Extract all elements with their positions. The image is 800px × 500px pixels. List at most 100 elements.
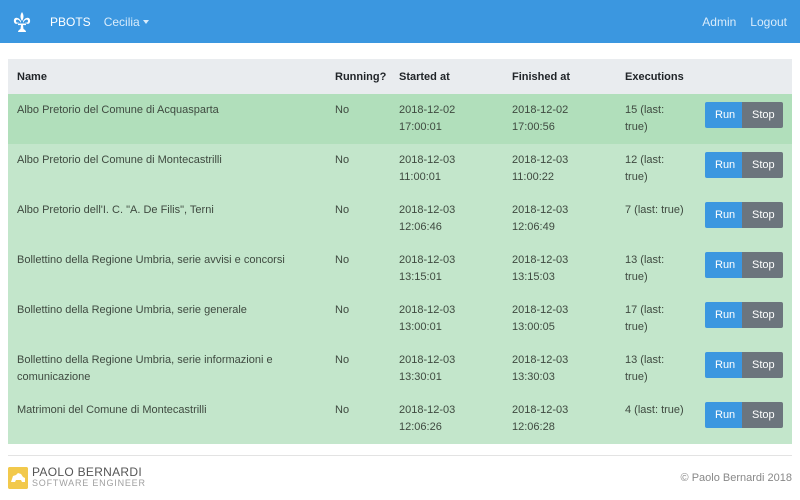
started-date: 2018-12-03 bbox=[399, 154, 456, 166]
finished-at: 2018-12-03 13:00:05 bbox=[503, 294, 616, 344]
executions-line-1: 4 (last: true) bbox=[625, 404, 684, 416]
stop-button[interactable]: Stop bbox=[742, 302, 783, 328]
executions-line-2: true) bbox=[625, 121, 648, 133]
top-navbar: PBOTS Cecilia Admin Logout bbox=[0, 0, 800, 43]
bot-name: Matrimoni del Comune di Montecastrilli bbox=[17, 404, 207, 416]
finished-date: 2018-12-03 bbox=[512, 304, 569, 316]
finished-at: 2018-12-03 12:06:49 bbox=[503, 194, 616, 244]
caret-down-icon bbox=[142, 20, 149, 24]
copyright-text: © Paolo Bernardi 2018 bbox=[680, 472, 792, 484]
bots-table: Name Running? Started at Finished at Exe… bbox=[8, 59, 792, 444]
running-status: No bbox=[335, 204, 350, 216]
started-at: 2018-12-03 11:00:01 bbox=[390, 144, 503, 194]
finished-date: 2018-12-03 bbox=[512, 254, 569, 266]
finished-time: 11:00:22 bbox=[512, 171, 555, 183]
executions: 4 (last: true) bbox=[616, 394, 696, 444]
started-at: 2018-12-03 13:15:01 bbox=[390, 244, 503, 294]
table-row: Bollettino della Regione Umbria, serie a… bbox=[8, 244, 792, 294]
user-name: Cecilia bbox=[103, 14, 140, 29]
stop-button[interactable]: Stop bbox=[742, 252, 783, 278]
executions: 12 (last: true) bbox=[616, 144, 696, 194]
executions-line-1: 13 (last: bbox=[625, 354, 665, 366]
started-date: 2018-12-03 bbox=[399, 254, 456, 266]
admin-link[interactable]: Admin bbox=[702, 15, 736, 29]
running-status: No bbox=[335, 354, 350, 366]
executions-line-1: 17 (last: bbox=[625, 304, 665, 316]
brand-name[interactable]: PBOTS bbox=[50, 15, 91, 29]
running-status: No bbox=[335, 154, 350, 166]
action-button-group: Run Stop bbox=[696, 202, 783, 228]
started-at: 2018-12-03 12:06:26 bbox=[390, 394, 503, 444]
started-at: 2018-12-03 12:06:46 bbox=[390, 194, 503, 244]
executions-line-2: true) bbox=[625, 371, 648, 383]
stop-button[interactable]: Stop bbox=[742, 352, 783, 378]
fleur-de-lis-icon[interactable] bbox=[10, 10, 34, 34]
action-button-group: Run Stop bbox=[696, 102, 783, 128]
finished-date: 2018-12-03 bbox=[512, 204, 569, 216]
run-button[interactable]: Run bbox=[705, 202, 742, 228]
table-header-row: Name Running? Started at Finished at Exe… bbox=[8, 59, 792, 94]
run-button[interactable]: Run bbox=[705, 402, 742, 428]
run-button[interactable]: Run bbox=[705, 152, 742, 178]
started-at: 2018-12-02 17:00:01 bbox=[390, 94, 503, 144]
finished-time: 13:30:03 bbox=[512, 371, 555, 383]
run-button[interactable]: Run bbox=[705, 102, 742, 128]
action-button-group: Run Stop bbox=[696, 352, 783, 378]
started-at: 2018-12-03 13:00:01 bbox=[390, 294, 503, 344]
finished-at: 2018-12-03 13:30:03 bbox=[503, 344, 616, 394]
action-button-group: Run Stop bbox=[696, 402, 783, 428]
bot-name: Albo Pretorio dell'I. C. "A. De Filis", … bbox=[17, 204, 214, 216]
stop-button[interactable]: Stop bbox=[742, 402, 783, 428]
running-status: No bbox=[335, 254, 350, 266]
table-row: Matrimoni del Comune di Montecastrilli N… bbox=[8, 394, 792, 444]
executions-line-2: true) bbox=[625, 321, 648, 333]
executions: 7 (last: true) bbox=[616, 194, 696, 244]
started-date: 2018-12-03 bbox=[399, 354, 456, 366]
running-status: No bbox=[335, 404, 350, 416]
footer-logo-name: PAOLO BERNARDI bbox=[32, 465, 143, 479]
started-date: 2018-12-03 bbox=[399, 404, 456, 416]
executions-line-1: 7 (last: true) bbox=[625, 204, 684, 216]
bot-name: Bollettino della Regione Umbria, serie i… bbox=[17, 354, 273, 383]
header-started-at: Started at bbox=[399, 70, 450, 83]
run-button[interactable]: Run bbox=[705, 352, 742, 378]
started-time: 13:15:01 bbox=[399, 271, 442, 283]
user-dropdown[interactable]: Cecilia bbox=[104, 15, 149, 29]
table-row: Albo Pretorio dell'I. C. "A. De Filis", … bbox=[8, 194, 792, 244]
row-actions: Run Stop bbox=[696, 94, 792, 144]
started-time: 12:06:26 bbox=[399, 421, 442, 433]
action-button-group: Run Stop bbox=[696, 252, 783, 278]
nav-right: Admin Logout bbox=[702, 15, 790, 29]
action-button-group: Run Stop bbox=[696, 302, 783, 328]
executions-line-1: 13 (last: bbox=[625, 254, 665, 266]
stop-button[interactable]: Stop bbox=[742, 102, 783, 128]
table-row: Bollettino della Regione Umbria, serie g… bbox=[8, 294, 792, 344]
run-button[interactable]: Run bbox=[705, 252, 742, 278]
executions-line-2: true) bbox=[625, 171, 648, 183]
logout-link[interactable]: Logout bbox=[750, 15, 787, 29]
finished-at: 2018-12-03 13:15:03 bbox=[503, 244, 616, 294]
stop-button[interactable]: Stop bbox=[742, 152, 783, 178]
finished-time: 13:00:05 bbox=[512, 321, 555, 333]
finished-at: 2018-12-03 12:06:28 bbox=[503, 394, 616, 444]
table-row: Albo Pretorio del Comune di Acquasparta … bbox=[8, 94, 792, 144]
table-row: Bollettino della Regione Umbria, serie i… bbox=[8, 344, 792, 394]
page-footer: PAOLO BERNARDI SOFTWARE ENGINEER © Paolo… bbox=[8, 455, 792, 500]
table-row: Albo Pretorio del Comune di Montecastril… bbox=[8, 144, 792, 194]
started-at: 2018-12-03 13:30:01 bbox=[390, 344, 503, 394]
row-actions: Run Stop bbox=[696, 144, 792, 194]
header-actions bbox=[696, 59, 792, 94]
executions: 13 (last: true) bbox=[616, 244, 696, 294]
stop-button[interactable]: Stop bbox=[742, 202, 783, 228]
finished-date: 2018-12-03 bbox=[512, 154, 569, 166]
started-time: 17:00:01 bbox=[399, 121, 442, 133]
action-button-group: Run Stop bbox=[696, 152, 783, 178]
finished-date: 2018-12-02 bbox=[512, 104, 569, 116]
finished-at: 2018-12-03 11:00:22 bbox=[503, 144, 616, 194]
footer-logo[interactable]: PAOLO BERNARDI SOFTWARE ENGINEER bbox=[8, 465, 146, 489]
run-button[interactable]: Run bbox=[705, 302, 742, 328]
running-status: No bbox=[335, 304, 350, 316]
footer-logo-subtitle: SOFTWARE ENGINEER bbox=[32, 478, 146, 488]
finished-at: 2018-12-02 17:00:56 bbox=[503, 94, 616, 144]
header-name: Name bbox=[17, 70, 47, 83]
